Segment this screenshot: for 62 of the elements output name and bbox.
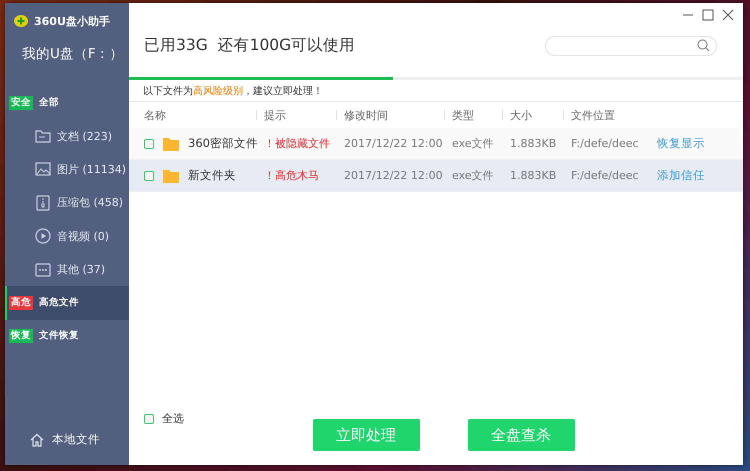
table-cell-text: 1.883KB xyxy=(510,169,558,182)
warning-hint: ！高危木马 xyxy=(264,168,320,183)
file-name: 新文件夹 xyxy=(188,168,236,183)
badge: 恢复 xyxy=(9,329,33,344)
checkbox[interactable] xyxy=(144,170,154,180)
item-label: 其他 (37) xyxy=(57,262,106,278)
drive-title: 我的U盘（F：） xyxy=(21,45,125,64)
item-label: 压缩包 (458) xyxy=(57,195,124,210)
action-link[interactable]: 恢复显示 xyxy=(657,136,707,151)
table-cell-text: exe文件 xyxy=(452,136,495,151)
item-label: 图片 (11134) xyxy=(57,162,126,177)
select-all-label: 全选 xyxy=(162,411,184,426)
item-label: 全部 xyxy=(39,96,59,109)
folder-icon xyxy=(163,136,179,150)
image-icon xyxy=(35,162,51,176)
sidebar-item[interactable]: 高危 高危文件 xyxy=(5,286,129,320)
table-cell-text: exe文件 xyxy=(452,168,495,183)
item-label: 音视频 (0) xyxy=(57,228,110,244)
item-label: 文件恢复 xyxy=(39,330,79,342)
table-row[interactable]: 360密部文件 ！被隐藏文件 2017/12/22 12:00 exe文件 1.883KB F:/defe/deec 恢复显示 xyxy=(129,128,743,160)
column-header: 文件位置 xyxy=(571,108,616,122)
play-icon xyxy=(35,228,51,244)
search-icon xyxy=(697,39,710,52)
sidebar-item[interactable]: 图片 (11134) xyxy=(5,152,129,186)
table-cell-text: F:/defe/deec xyxy=(571,169,640,182)
badge: 高危 xyxy=(9,296,33,310)
item-label: 文档 (223) xyxy=(57,128,112,144)
item-label: 高危文件 xyxy=(39,297,79,310)
close-icon[interactable] xyxy=(721,8,735,22)
column-header: 提示 xyxy=(264,108,287,122)
checkbox[interactable] xyxy=(144,138,154,148)
table-cell-text: 2017/12/22 12:00 xyxy=(344,137,444,150)
sidebar-item[interactable]: 恢复 文件恢复 xyxy=(5,320,129,354)
column-header: 修改时间 xyxy=(344,108,389,122)
home-icon xyxy=(30,432,44,446)
sidebar-item[interactable]: 其他 (37) xyxy=(5,252,129,286)
usage-text: 已用33G 还有100G可以使用 xyxy=(144,35,356,56)
checkbox[interactable] xyxy=(144,414,154,424)
table-cell-text: 1.883KB xyxy=(510,137,558,150)
warning-hint: ！被隐藏文件 xyxy=(264,136,331,151)
table-cell-text: F:/defe/deec xyxy=(571,137,640,150)
sidebar-item[interactable]: 文档 (223) xyxy=(5,119,129,153)
maximize-icon[interactable] xyxy=(701,8,715,22)
column-header: 名称 xyxy=(143,108,167,122)
sidebar-item[interactable]: 安全 全部 xyxy=(5,86,129,120)
file-name: 360密部文件 xyxy=(188,136,258,151)
sidebar-item[interactable]: 压缩包 (458) xyxy=(5,186,129,220)
table-row[interactable]: 新文件夹 ！高危木马 2017/12/22 12:00 exe文件 1.883KB F:/defe/deec 添加信任 xyxy=(129,160,743,192)
plus-logo-icon xyxy=(14,15,28,27)
more-icon xyxy=(35,262,51,277)
column-header: 类型 xyxy=(452,108,475,122)
sidebar-item[interactable]: 音视频 (0) xyxy=(5,220,129,253)
folder-icon xyxy=(35,129,51,144)
app-title: 360U盘小助手 xyxy=(34,14,110,28)
notice-text: 以下文件为高风险级别，建议立即处理！ xyxy=(129,80,743,102)
search-field[interactable] xyxy=(545,36,717,56)
zip-icon xyxy=(36,194,50,211)
badge: 安全 xyxy=(9,96,33,110)
folder-icon xyxy=(163,168,179,182)
table-cell-text: 2017/12/22 12:00 xyxy=(344,169,444,182)
local-files-item[interactable]: 本地文件 xyxy=(5,432,129,447)
column-header: 大小 xyxy=(510,108,533,122)
